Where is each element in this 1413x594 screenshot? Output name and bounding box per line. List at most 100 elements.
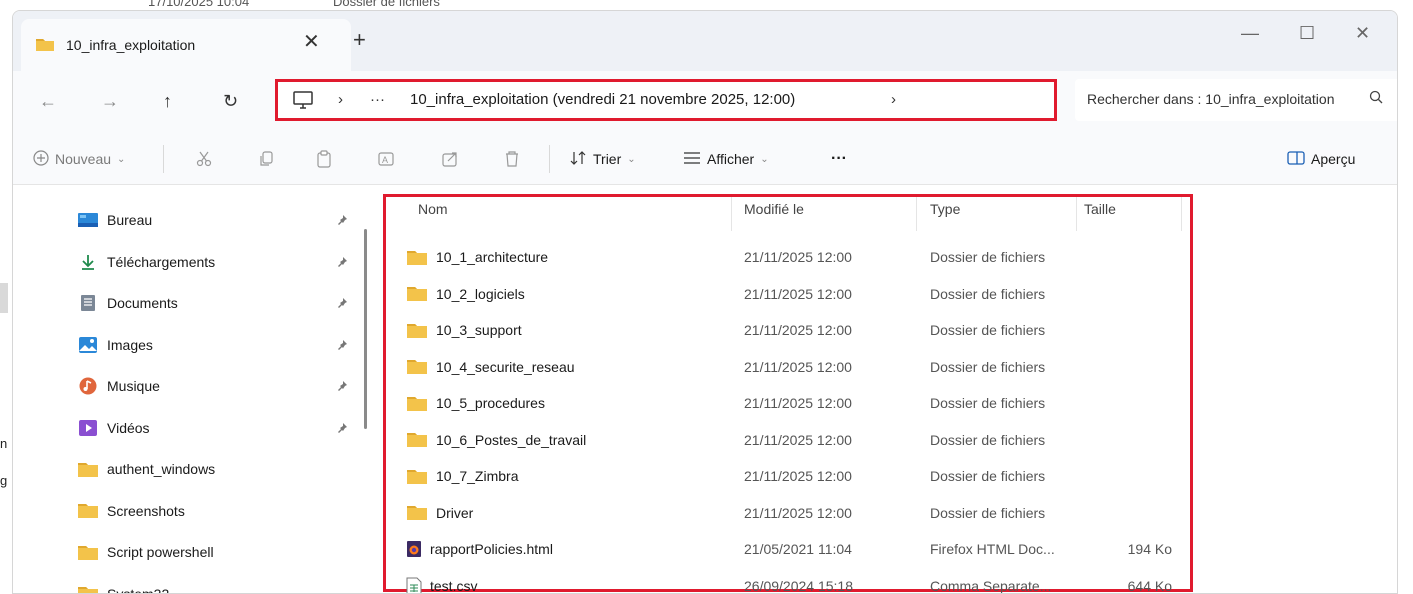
preview-pane-button[interactable]: Aperçu (1287, 133, 1355, 185)
computer-icon[interactable] (292, 90, 314, 113)
sidebar-item-authent-windows[interactable]: authent_windows (77, 451, 357, 487)
file-size (1086, 349, 1172, 385)
tab-close-icon[interactable]: ✕ (303, 32, 320, 52)
file-name: 10_3_support (436, 322, 522, 338)
sidebar-item-documents[interactable]: Documents (77, 285, 357, 321)
file-name: rapportPolicies.html (430, 541, 553, 557)
file-type: Firefox HTML Doc... (930, 541, 1055, 557)
sidebar-item-label: Documents (107, 295, 178, 311)
back-button[interactable]: ← (39, 92, 57, 110)
chevron-down-icon: ⌄ (117, 153, 126, 165)
column-header-name[interactable]: Nom (418, 197, 448, 229)
file-size (1086, 239, 1172, 275)
folder-icon (77, 544, 99, 561)
pin-icon[interactable] (336, 255, 348, 271)
copy-icon[interactable] (257, 133, 275, 185)
up-button[interactable]: ↑ (163, 92, 172, 110)
address-bar[interactable]: › ··· 10_infra_exploitation (vendredi 21… (275, 79, 1057, 121)
file-row[interactable]: 10_5_procedures 21/11/2025 12:00 Dossier d… (386, 385, 1190, 421)
pin-icon[interactable] (336, 296, 348, 312)
file-row[interactable]: Driver 21/11/2025 12:00 Dossier de fichier… (386, 495, 1190, 531)
file-type: Comma Separate... (930, 577, 1052, 594)
sort-button[interactable]: Trier ⌄ (569, 133, 636, 185)
search-input[interactable]: Rechercher dans : 10_infra_exploitation (1087, 91, 1359, 107)
file-type: Dossier de fichiers (930, 468, 1046, 484)
file-name-cell[interactable]: 10_2_logiciels (406, 276, 525, 312)
navigation-pane-scrollbar[interactable] (364, 229, 367, 429)
file-row[interactable]: 10_4_securite_reseau 21/11/2025 12:00 Doss… (386, 349, 1190, 385)
breadcrumb-separator[interactable]: › (338, 91, 343, 108)
close-window-button[interactable]: ✕ (1355, 23, 1370, 44)
cut-icon[interactable] (195, 133, 213, 185)
file-name: 10_2_logiciels (436, 285, 525, 302)
file-name-cell[interactable]: rapportPolicies.html (406, 531, 553, 567)
new-tab-button[interactable]: + (353, 29, 366, 51)
column-header-size[interactable]: Taille (1084, 197, 1116, 229)
file-name-cell[interactable]: 10_4_securite_reseau (406, 349, 575, 385)
sidebar-item-images[interactable]: Images (77, 327, 357, 363)
forward-button[interactable]: → (101, 92, 119, 110)
column-header-type[interactable]: Type (930, 197, 960, 229)
videos-icon (77, 419, 99, 436)
tab-10-infra-exploitation[interactable]: 10_infra_exploitation ✕ (21, 19, 351, 71)
new-button[interactable]: Nouveau ⌄ (33, 133, 125, 185)
file-name-cell[interactable]: 10_5_procedures (406, 385, 545, 421)
file-name-cell[interactable]: 10_6_Postes_de_travail (406, 422, 586, 458)
file-type: Dossier de fichiers (930, 322, 1046, 338)
sidebar-item-system32[interactable]: System32 (77, 576, 357, 594)
sidebar-item-label: System32 (107, 585, 170, 594)
images-icon (77, 336, 99, 353)
file-row[interactable]: test.csv 26/09/2024 15:18 Comma Separate..… (386, 568, 1190, 594)
folder-icon (406, 285, 428, 302)
more-options-button[interactable]: ··· (831, 133, 847, 185)
delete-icon[interactable] (503, 133, 521, 185)
paste-icon[interactable] (315, 133, 333, 185)
pin-icon[interactable] (336, 338, 348, 354)
breadcrumb-current-folder[interactable]: 10_infra_exploitation (vendredi 21 novem… (410, 91, 795, 108)
maximize-button[interactable]: ☐ (1299, 23, 1315, 44)
search-box[interactable]: Rechercher dans : 10_infra_exploitation (1075, 79, 1397, 121)
file-row[interactable]: 10_6_Postes_de_travail 21/11/2025 12:00 Do… (386, 422, 1190, 458)
column-header-modified[interactable]: Modifié le (744, 197, 804, 229)
sidebar-item-vid-os[interactable]: Vidéos (77, 410, 357, 446)
file-row[interactable]: 10_7_Zimbra 21/11/2025 12:00 Dossier de fi… (386, 458, 1190, 494)
pin-icon[interactable] (336, 421, 348, 437)
folder-icon (77, 585, 99, 593)
background-fragment: n (0, 436, 8, 451)
sidebar-item-script-powershell[interactable]: Script powershell (77, 534, 357, 570)
folder-icon (406, 358, 428, 375)
sidebar-item-t-l-chargements[interactable]: Téléchargements (77, 244, 357, 280)
file-row[interactable]: 10_2_logiciels 21/11/2025 12:00 Dossier de… (386, 276, 1190, 312)
sidebar-item-label: Téléchargements (107, 253, 216, 270)
sidebar-item-screenshots[interactable]: Screenshots (77, 493, 357, 529)
file-modified: 21/11/2025 12:00 (744, 395, 852, 411)
sidebar-item-musique[interactable]: Musique (77, 368, 357, 404)
search-icon[interactable] (1369, 90, 1383, 107)
file-row[interactable]: 10_3_support 21/11/2025 12:00 Dossier de f… (386, 312, 1190, 348)
breadcrumb-overflow[interactable]: ··· (370, 91, 385, 108)
sidebar-item-label: Musique (107, 378, 160, 394)
minimize-button[interactable]: — (1241, 23, 1259, 44)
file-modified: 21/11/2025 12:00 (744, 322, 852, 338)
background-window-left: n g (0, 0, 12, 594)
sidebar-item-bureau[interactable]: Bureau (77, 202, 357, 238)
pin-icon[interactable] (336, 213, 348, 229)
file-explorer-window: 10_infra_exploitation ✕ + — ☐ ✕ ← → ↑ ↻ … (12, 10, 1398, 594)
desktop-icon (77, 213, 99, 227)
preview-pane-icon (1287, 150, 1305, 169)
pin-icon[interactable] (336, 379, 348, 395)
file-name-cell[interactable]: test.csv (406, 568, 477, 593)
rename-icon[interactable]: A (377, 133, 395, 185)
view-button[interactable]: Afficher ⌄ (683, 133, 769, 185)
command-bar: Nouveau ⌄ A Trier ⌄ Afficher ⌄ ··· Aperç… (13, 133, 1397, 185)
file-name-cell[interactable]: 10_3_support (406, 312, 522, 348)
refresh-button[interactable]: ↻ (223, 92, 238, 110)
file-name-cell[interactable]: 10_1_architecture (406, 239, 548, 275)
file-name: 10_6_Postes_de_travail (436, 431, 587, 448)
share-icon[interactable] (441, 133, 459, 185)
file-row[interactable]: 10_1_architecture 21/11/2025 12:00 Dossier… (386, 239, 1190, 275)
file-name-cell[interactable]: 10_7_Zimbra (406, 458, 519, 494)
breadcrumb-separator[interactable]: › (891, 91, 896, 108)
file-name-cell[interactable]: Driver (406, 495, 473, 531)
file-row[interactable]: rapportPolicies.html 21/05/2021 11:04 Fire… (386, 531, 1190, 567)
